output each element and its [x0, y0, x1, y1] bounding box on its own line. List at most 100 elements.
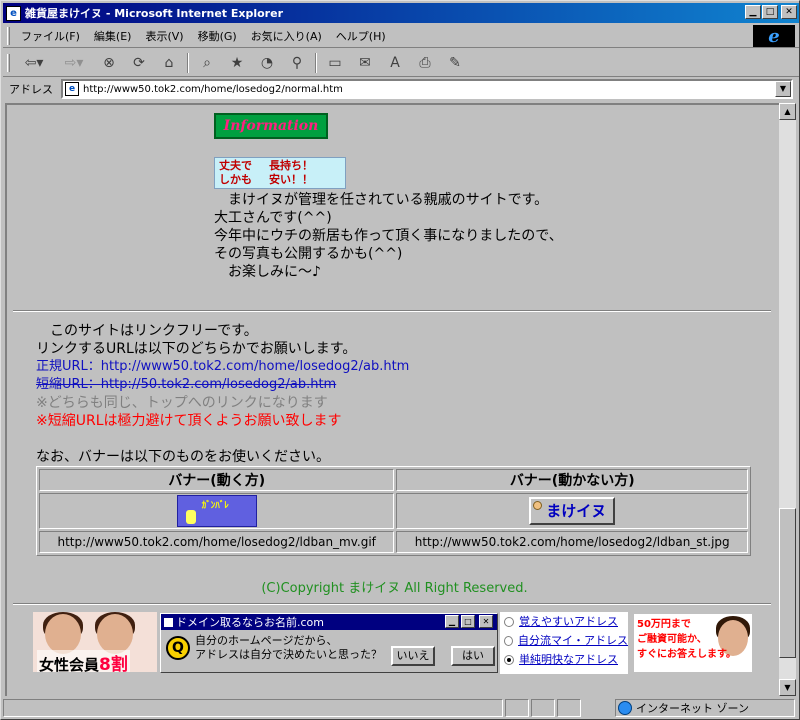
women-ad-text: 女性会員8割 [37, 650, 130, 672]
menu-go[interactable]: 移動(G) [191, 26, 244, 46]
status-text-panel [3, 699, 503, 717]
banner-table: バナー(動く方) バナー(動かない方) ｶﾞﾝﾊﾞﾚ まけイヌ http://w… [36, 466, 751, 556]
banner-cell-static: まけイヌ [396, 493, 748, 529]
globe-icon [618, 701, 632, 715]
ie-logo-icon: e [753, 25, 795, 47]
divider [13, 310, 771, 312]
banner-request-text: なお、バナーは以下のものをお使いください。 [36, 449, 330, 465]
moving-banner-text: ｶﾞﾝﾊﾞﾚ [201, 501, 229, 511]
short-url-label: 短縮URL： [36, 377, 101, 392]
minimize-button[interactable]: ▁ [745, 5, 761, 19]
address-dropdown-icon[interactable]: ▼ [775, 81, 791, 97]
link-request-text: リンクするURLは以下のどちらかでお願いします。 [36, 341, 357, 357]
short-url-link[interactable]: http://50.tok2.com/losedog2/ab.htm [101, 377, 336, 392]
stop-icon[interactable]: ⊗ [97, 52, 121, 74]
close-icon[interactable]: ✕ [479, 615, 493, 628]
women-ad-highlight: 8割 [99, 655, 128, 672]
menu-file[interactable]: ファイル(F) [14, 26, 87, 46]
address-input[interactable]: e http://www50.tok2.com/home/losedog2/no… [61, 79, 793, 99]
banner-head-static: バナー(動かない方) [396, 469, 748, 491]
loan-ad[interactable]: 50万円まで ご融資可能か、 すぐにお答えします。 [633, 613, 753, 673]
address-bar: アドレス e http://www50.tok2.com/home/losedo… [3, 78, 799, 100]
close-button[interactable]: ✕ [781, 5, 797, 19]
menu-grip [7, 26, 10, 45]
search-icon[interactable]: ⌕ [195, 52, 219, 74]
edit-icon[interactable]: ✎ [443, 52, 467, 74]
domain-ad-message: 自分のホームページだから、 アドレスは自分で決めたいと思った？ [195, 634, 382, 662]
women-members-ad[interactable]: 女性会員8割 [33, 612, 157, 672]
forward-arrow-icon[interactable]: ⇨▾ [57, 52, 91, 74]
mail-icon[interactable]: ✉ [353, 52, 377, 74]
domain-ad-dialog[interactable]: ドメイン取るならお名前.com ▁ □ ✕ Q 自分のホームページだから、 アド… [160, 613, 498, 673]
zone-label: インターネット ゾーン [636, 702, 749, 715]
scroll-up-icon[interactable]: ▲ [779, 103, 796, 120]
info-line: お楽しみに～♪ [214, 264, 321, 280]
radio-option[interactable]: 自分流マイ・アドレス [504, 631, 628, 650]
short-url-line: 短縮URL：http://50.tok2.com/losedog2/ab.htm [36, 376, 336, 394]
radio-selected-icon [504, 654, 514, 665]
address-radio-ad: 覚えやすいアドレス 自分流マイ・アドレス 単純明快なアドレス [500, 612, 628, 674]
static-banner-text: まけイヌ [546, 502, 607, 520]
menu-view[interactable]: 表示(V) [138, 26, 190, 46]
menu-favorites[interactable]: お気に入り(A) [244, 26, 329, 46]
menu-edit[interactable]: 編集(E) [87, 26, 139, 46]
women-ad-label: 女性会員 [39, 656, 100, 672]
page-icon: e [65, 82, 79, 96]
menu-help[interactable]: ヘルプ(H) [329, 26, 393, 46]
maximize-icon[interactable]: □ [461, 615, 475, 628]
radio-label: 覚えやすいアドレス [519, 615, 618, 628]
browser-window: e 雑貨屋まけイヌ - Microsoft Internet Explorer … [0, 0, 800, 720]
status-panel [505, 699, 529, 717]
history-icon[interactable]: ◔ [255, 52, 279, 74]
loan-ad-text: 50万円まで ご融資可能か、 すぐにお答えします。 [637, 617, 736, 662]
window-buttons: ▁ □ ✕ [744, 5, 797, 19]
page-viewport: Information 丈夫で 長持ち！ しかも 安い！！ まけイヌが管理を任さ… [5, 103, 780, 696]
toolbar: ⇦▾ ⇨▾ ⊗ ⟳ ⌂ ⌕ ★ ◔ ⚲ ▭ ✉ A ⎙ ✎ [3, 49, 799, 77]
domain-ad-titlebar: ドメイン取るならお名前.com ▁ □ ✕ [161, 614, 497, 630]
print-icon[interactable]: ⎙ [413, 52, 437, 74]
ad-text: しかも [219, 173, 252, 186]
information-banner[interactable]: Information [214, 113, 328, 139]
loan-line: ご融資可能か、 [637, 634, 707, 645]
radio-label: 単純明快なアドレス [519, 653, 618, 666]
note-red: ※短縮URLは極力避けて頂くようお願い致します [36, 413, 342, 429]
refresh-icon[interactable]: ⟳ [127, 52, 151, 74]
back-arrow-icon[interactable]: ⇦▾ [17, 52, 51, 74]
home-icon[interactable]: ⌂ [157, 52, 181, 74]
domain-ad-msg2: アドレスは自分で決めたいと思った？ [195, 648, 382, 661]
formal-url-line: 正規URL：http://www50.tok2.com/home/losedog… [36, 358, 409, 376]
minimize-icon[interactable]: ▁ [445, 615, 459, 628]
menu-bar: ファイル(F) 編集(E) 表示(V) 移動(G) お気に入り(A) ヘルプ(H… [3, 24, 799, 48]
store-ad-banner[interactable]: 丈夫で 長持ち！ しかも 安い！！ [214, 157, 346, 189]
formal-url-link[interactable]: http://www50.tok2.com/home/losedog2/ab.h… [101, 359, 410, 374]
scroll-thumb[interactable] [779, 508, 796, 658]
title-bar[interactable]: e 雑貨屋まけイヌ - Microsoft Internet Explorer … [3, 3, 799, 23]
toolbar-separator [187, 52, 189, 73]
status-bar: インターネット ゾーン [3, 698, 799, 718]
moving-banner-image[interactable]: ｶﾞﾝﾊﾞﾚ [176, 495, 257, 527]
favorites-icon[interactable]: ★ [225, 52, 249, 74]
person-face [97, 614, 133, 654]
address-url: http://www50.tok2.com/home/losedog2/norm… [83, 83, 343, 95]
vertical-scrollbar[interactable]: ▲ ▼ [779, 103, 796, 696]
person-face [45, 614, 81, 654]
ad-text: 丈夫で [219, 159, 252, 172]
radio-option[interactable]: 覚えやすいアドレス [504, 612, 628, 631]
scroll-down-icon[interactable]: ▼ [779, 679, 796, 696]
channels-icon[interactable]: ⚲ [285, 52, 309, 74]
radio-option[interactable]: 単純明快なアドレス [504, 650, 628, 669]
yes-button[interactable]: はい [451, 646, 495, 666]
ad-strip: 女性会員8割 ドメイン取るならお名前.com ▁ □ ✕ Q 自分のホームページ… [7, 612, 780, 682]
divider [13, 603, 771, 605]
info-line: その写真も公開するかも(^^) [214, 246, 403, 262]
radio-icon [504, 635, 513, 646]
no-button[interactable]: いいえ [391, 646, 435, 666]
font-size-icon[interactable]: A [383, 52, 407, 74]
maximize-button[interactable]: □ [762, 5, 778, 19]
domain-ad-title: ドメイン取るならお名前.com [176, 616, 324, 629]
static-banner-image[interactable]: まけイヌ [529, 497, 616, 525]
radio-label: 自分流マイ・アドレス [518, 634, 628, 647]
ie-page-icon: e [6, 5, 21, 21]
fullscreen-icon[interactable]: ▭ [323, 52, 347, 74]
info-line: 大工さんです(^^) [214, 210, 332, 226]
